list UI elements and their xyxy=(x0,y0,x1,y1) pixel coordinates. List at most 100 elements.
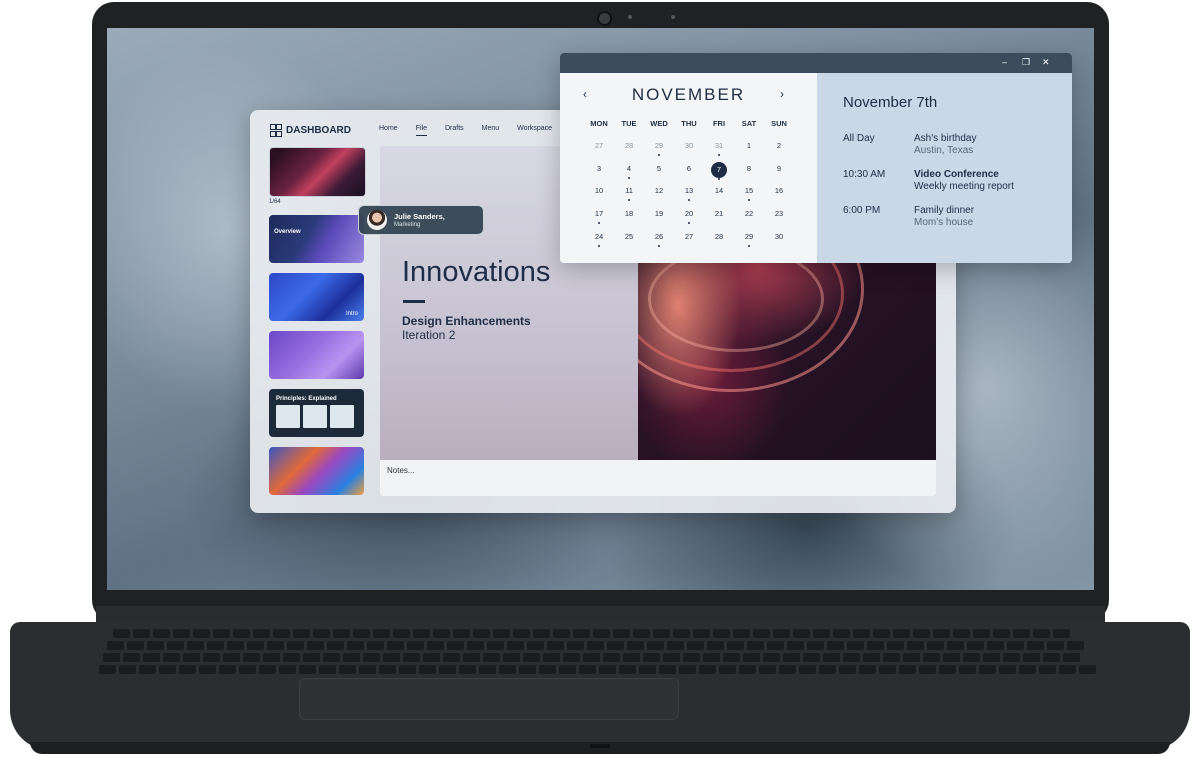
keyboard-key xyxy=(123,653,140,662)
calendar-day[interactable]: 26 xyxy=(644,230,674,247)
page-count: 1/64 xyxy=(269,199,281,205)
keyboard-key xyxy=(807,641,824,650)
minimize-icon[interactable]: – xyxy=(1002,57,1007,67)
calendar-day[interactable]: 27 xyxy=(584,139,614,153)
keyboard-key xyxy=(247,641,264,650)
slide-thumbnail-overview[interactable]: Overview xyxy=(269,215,364,263)
keyboard-key xyxy=(867,641,884,650)
keyboard-key xyxy=(367,641,384,650)
calendar-day[interactable]: 13 xyxy=(674,184,704,201)
keyboard-key xyxy=(507,641,524,650)
keyboard-key xyxy=(907,641,924,650)
calendar-week: 3 4 5 6 7 8 9 xyxy=(584,162,794,180)
calendar-day[interactable]: 28 xyxy=(614,139,644,153)
calendar-day[interactable]: 14 xyxy=(704,184,734,198)
calendar-day[interactable]: 30 xyxy=(764,230,794,244)
keyboard-key xyxy=(587,641,604,650)
slide-thumbnail-4[interactable] xyxy=(269,331,364,379)
keyboard-key xyxy=(287,641,304,650)
calendar-day[interactable]: 19 xyxy=(644,207,674,221)
nav-home[interactable]: Home xyxy=(379,125,398,132)
calendar-week: 27 28 29 30 31 1 2 xyxy=(584,139,794,156)
calendar-day[interactable]: 29 xyxy=(734,230,764,247)
keyboard-key xyxy=(439,665,456,674)
keyboard-key xyxy=(1079,665,1096,674)
calendar-day[interactable]: 17 xyxy=(584,207,614,224)
calendar-day[interactable]: 18 xyxy=(614,207,644,221)
slide-thumbnail-1[interactable] xyxy=(269,147,366,197)
calendar-day[interactable]: 31 xyxy=(704,139,734,156)
calendar-day[interactable]: 4 xyxy=(614,162,644,179)
keyboard-key xyxy=(553,629,570,638)
keyboard-key xyxy=(473,629,490,638)
keyboard-key xyxy=(513,629,530,638)
keyboard-key xyxy=(707,641,724,650)
calendar-day[interactable]: 16 xyxy=(764,184,794,198)
calendar-day[interactable]: 28 xyxy=(704,230,734,244)
calendar-day[interactable]: 5 xyxy=(644,162,674,176)
calendar-day[interactable]: 29 xyxy=(644,139,674,156)
calendar-day[interactable]: 8 xyxy=(734,162,764,176)
keyboard-key xyxy=(159,665,176,674)
calendar-day[interactable]: 27 xyxy=(674,230,704,244)
keyboard-key xyxy=(979,665,996,674)
chevron-right-icon[interactable]: › xyxy=(780,87,784,101)
collaborator-tag[interactable]: Julie Sanders, Marketing xyxy=(358,205,484,235)
calendar-day[interactable]: 2 xyxy=(764,139,794,153)
keyboard-key xyxy=(363,653,380,662)
keyboard-key xyxy=(939,665,956,674)
keyboard-key xyxy=(1043,653,1060,662)
keyboard-key xyxy=(143,653,160,662)
calendar-day[interactable]: 22 xyxy=(734,207,764,221)
calendar-day[interactable]: 1 xyxy=(734,139,764,153)
keyboard-key xyxy=(999,665,1016,674)
keyboard-key xyxy=(153,629,170,638)
slide-thumbnail-6[interactable] xyxy=(269,447,364,495)
calendar-day[interactable]: 24 xyxy=(584,230,614,247)
calendar-day[interactable]: 9 xyxy=(764,162,794,176)
calendar-day[interactable]: 30 xyxy=(674,139,704,153)
notes-field[interactable]: Notes... xyxy=(380,460,936,496)
keyboard-key xyxy=(267,641,284,650)
calendar-day[interactable]: 21 xyxy=(704,207,734,221)
keyboard-key xyxy=(743,653,760,662)
slide-subtitle: Design Enhancements xyxy=(402,314,531,328)
calendar-week: 10 11 12 13 14 15 16 xyxy=(584,184,794,201)
slide-thumbnail-principles[interactable]: Principles: Explained xyxy=(269,389,364,437)
keyboard-key xyxy=(599,665,616,674)
slide-thumbnail-intro[interactable]: Intro xyxy=(269,273,364,321)
calendar-day[interactable]: 3 xyxy=(584,162,614,176)
weekday: TUE xyxy=(621,119,637,128)
nav-menu[interactable]: Menu xyxy=(482,125,500,132)
calendar-day[interactable]: 6 xyxy=(674,162,704,176)
nav-workspace[interactable]: Workspace xyxy=(517,125,552,132)
keyboard-key xyxy=(543,653,560,662)
calendar-day[interactable]: 20 xyxy=(674,207,704,224)
calendar-day[interactable]: 11 xyxy=(614,184,644,201)
calendar-day[interactable]: 23 xyxy=(764,207,794,221)
calendar-week: 24 25 26 27 28 29 30 xyxy=(584,230,794,247)
keyboard-key xyxy=(139,665,156,674)
keyboard-key xyxy=(213,629,230,638)
keyboard-key xyxy=(923,653,940,662)
calendar-day[interactable]: 10 xyxy=(584,184,614,198)
calendar-day[interactable]: 12 xyxy=(644,184,674,198)
keyboard-key xyxy=(747,641,764,650)
keyboard-key xyxy=(1039,665,1056,674)
nav-drafts[interactable]: Drafts xyxy=(445,125,464,132)
keyboard-key xyxy=(179,665,196,674)
keyboard-key xyxy=(147,641,164,650)
restore-icon[interactable]: ❐ xyxy=(1022,57,1030,68)
keyboard-key xyxy=(627,641,644,650)
avatar xyxy=(367,210,387,230)
keyboard-key xyxy=(1013,629,1030,638)
nav-file[interactable]: File xyxy=(415,125,428,136)
close-icon[interactable]: ✕ xyxy=(1042,57,1050,68)
calendar-day[interactable]: 15 xyxy=(734,184,764,201)
calendar-day-selected[interactable]: 7 xyxy=(704,162,734,180)
keyboard-key xyxy=(893,629,910,638)
calendar-day[interactable]: 25 xyxy=(614,230,644,244)
keyboard-key xyxy=(687,641,704,650)
month-view: ‹ NOVEMBER › MON TUE WED THU FRI SAT SUN… xyxy=(560,73,817,263)
event-time: 10:30 AM xyxy=(843,169,886,180)
